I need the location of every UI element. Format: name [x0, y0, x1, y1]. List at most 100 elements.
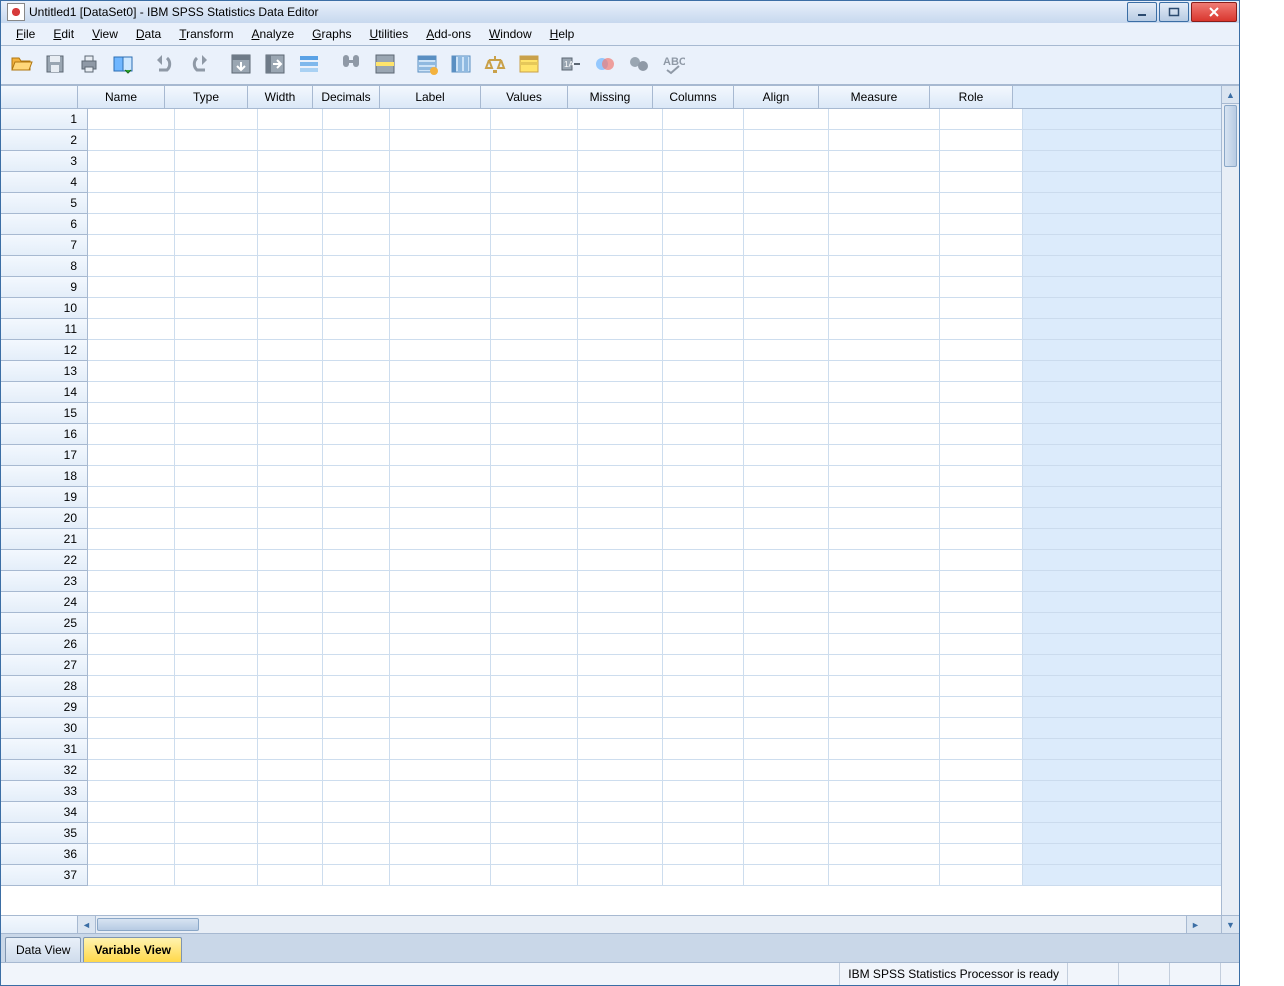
grid-cell[interactable] [744, 466, 829, 487]
grid-cell[interactable] [258, 277, 323, 298]
grid-cell[interactable] [390, 277, 491, 298]
show-all-button[interactable] [623, 49, 655, 81]
row-header[interactable]: 25 [1, 613, 88, 634]
grid-cell[interactable] [491, 823, 578, 844]
grid-cell[interactable] [491, 508, 578, 529]
grid-cell[interactable] [744, 172, 829, 193]
select-cases-button[interactable] [513, 49, 545, 81]
column-header-align[interactable]: Align [734, 86, 819, 108]
grid-cell[interactable] [175, 403, 258, 424]
select-all-corner[interactable] [1, 86, 78, 108]
grid-cell[interactable] [175, 634, 258, 655]
column-header-columns[interactable]: Columns [653, 86, 734, 108]
grid-cell[interactable] [258, 739, 323, 760]
grid-cell[interactable] [578, 340, 663, 361]
grid-cell[interactable] [258, 172, 323, 193]
grid-cell[interactable] [390, 235, 491, 256]
grid-cell[interactable] [940, 844, 1023, 865]
grid-cell[interactable] [88, 487, 175, 508]
menu-utilities[interactable]: Utilities [361, 23, 418, 45]
grid-cell[interactable] [744, 781, 829, 802]
grid-cell[interactable] [491, 634, 578, 655]
grid-cell[interactable] [175, 592, 258, 613]
grid-cell[interactable] [663, 445, 744, 466]
grid-cell[interactable] [940, 424, 1023, 445]
grid-cell[interactable] [175, 697, 258, 718]
grid-cell[interactable] [258, 298, 323, 319]
grid-cell[interactable] [940, 403, 1023, 424]
grid-cell[interactable] [663, 676, 744, 697]
row-header[interactable]: 24 [1, 592, 88, 613]
menu-transform[interactable]: Transform [170, 23, 242, 45]
row-header[interactable]: 6 [1, 214, 88, 235]
row-header[interactable]: 5 [1, 193, 88, 214]
grid-cell[interactable] [88, 802, 175, 823]
grid-cell[interactable] [88, 529, 175, 550]
row-header[interactable]: 34 [1, 802, 88, 823]
grid-cell[interactable] [940, 319, 1023, 340]
grid-cell[interactable] [175, 151, 258, 172]
grid-cell[interactable] [940, 823, 1023, 844]
grid-cell[interactable] [323, 130, 390, 151]
grid-cell[interactable] [829, 550, 940, 571]
grid-cell[interactable] [491, 844, 578, 865]
grid-cell[interactable] [323, 193, 390, 214]
grid-cell[interactable] [578, 823, 663, 844]
grid-cell[interactable] [744, 865, 829, 886]
grid-cell[interactable] [940, 634, 1023, 655]
grid-cell[interactable] [323, 340, 390, 361]
insert-case-button[interactable] [369, 49, 401, 81]
grid-cell[interactable] [663, 214, 744, 235]
grid-cell[interactable] [88, 193, 175, 214]
grid-cell[interactable] [744, 634, 829, 655]
grid-cell[interactable] [829, 571, 940, 592]
grid-cell[interactable] [175, 781, 258, 802]
grid-cell[interactable] [390, 697, 491, 718]
menu-data[interactable]: Data [127, 23, 170, 45]
column-header-name[interactable]: Name [78, 86, 165, 108]
grid-cell[interactable] [744, 256, 829, 277]
grid-cell[interactable] [491, 361, 578, 382]
grid-cell[interactable] [390, 676, 491, 697]
grid-cell[interactable] [323, 508, 390, 529]
insert-variable-button[interactable] [411, 49, 443, 81]
grid-cell[interactable] [491, 256, 578, 277]
minimize-button[interactable] [1127, 2, 1157, 22]
grid-cell[interactable] [258, 445, 323, 466]
grid-cell[interactable] [390, 844, 491, 865]
row-header[interactable]: 37 [1, 865, 88, 886]
row-header[interactable]: 11 [1, 319, 88, 340]
grid-cell[interactable] [323, 760, 390, 781]
tab-data-view[interactable]: Data View [5, 937, 81, 962]
grid-cell[interactable] [491, 655, 578, 676]
row-header[interactable]: 26 [1, 634, 88, 655]
row-header[interactable]: 35 [1, 823, 88, 844]
column-header-width[interactable]: Width [248, 86, 313, 108]
row-header[interactable]: 22 [1, 550, 88, 571]
grid-cell[interactable] [258, 550, 323, 571]
grid-cell[interactable] [663, 592, 744, 613]
grid-cell[interactable] [88, 844, 175, 865]
grid-cell[interactable] [744, 508, 829, 529]
grid-cell[interactable] [940, 109, 1023, 130]
redo-button[interactable] [183, 49, 215, 81]
grid-cell[interactable] [323, 676, 390, 697]
grid-cell[interactable] [88, 382, 175, 403]
grid-cell[interactable] [175, 676, 258, 697]
row-header[interactable]: 16 [1, 424, 88, 445]
grid-cell[interactable] [744, 214, 829, 235]
grid-cell[interactable] [663, 508, 744, 529]
column-header-measure[interactable]: Measure [819, 86, 930, 108]
grid-cell[interactable] [323, 571, 390, 592]
grid-cell[interactable] [744, 193, 829, 214]
grid-cell[interactable] [390, 445, 491, 466]
grid-cell[interactable] [258, 487, 323, 508]
grid-cell[interactable] [491, 529, 578, 550]
grid-cell[interactable] [829, 277, 940, 298]
grid-cell[interactable] [663, 529, 744, 550]
grid-cell[interactable] [258, 466, 323, 487]
grid-cell[interactable] [578, 130, 663, 151]
menu-addons[interactable]: Add-ons [417, 23, 480, 45]
grid-cell[interactable] [491, 466, 578, 487]
grid-cell[interactable] [829, 319, 940, 340]
